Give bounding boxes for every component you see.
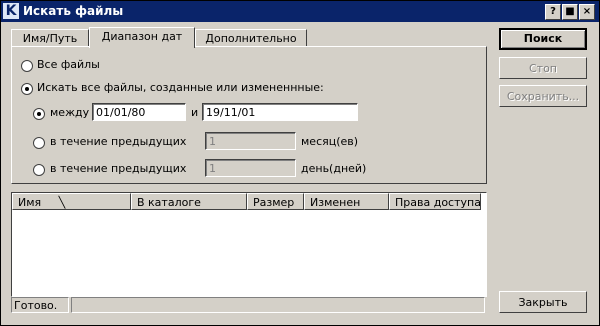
between-label[interactable]: между bbox=[50, 106, 89, 119]
status-text: Готово. bbox=[11, 297, 69, 313]
maximize-button[interactable]: ■ bbox=[562, 4, 578, 20]
column-header-folder[interactable]: В каталоге bbox=[131, 193, 247, 210]
prev-months-label[interactable]: в течение предыдущих bbox=[50, 135, 186, 148]
days-input[interactable]: 1 bbox=[205, 159, 296, 177]
column-header-name[interactable]: Имя ╲ bbox=[12, 193, 131, 210]
column-header-permissions[interactable]: Права доступа bbox=[389, 193, 481, 210]
all-files-radio[interactable] bbox=[21, 60, 33, 72]
status-extra bbox=[71, 297, 485, 313]
search-button[interactable]: Поиск bbox=[499, 28, 587, 50]
days-unit-label: день(дней) bbox=[301, 162, 367, 175]
and-label: и bbox=[191, 106, 199, 119]
results-list[interactable]: Имя ╲ В каталоге Размер Изменен Права до… bbox=[11, 192, 487, 297]
close-window-button[interactable]: × bbox=[579, 4, 595, 20]
column-header-size[interactable]: Размер bbox=[247, 193, 304, 210]
column-header-name-label: Имя bbox=[18, 196, 42, 209]
status-bar: Готово. bbox=[11, 297, 485, 313]
find-all-label[interactable]: Искать все файлы, созданные или измененн… bbox=[37, 81, 324, 94]
help-button[interactable]: ? bbox=[545, 4, 561, 20]
find-all-radio[interactable] bbox=[21, 83, 33, 95]
stop-button[interactable]: Стоп bbox=[499, 57, 587, 79]
window-title: Искать файлы bbox=[23, 4, 124, 18]
months-radio[interactable] bbox=[33, 137, 45, 149]
tab-date-range[interactable]: Диапазон дат bbox=[89, 27, 195, 48]
months-input[interactable]: 1 bbox=[205, 132, 296, 150]
sort-indicator-icon: ╲ bbox=[58, 196, 66, 209]
date-to-input[interactable]: 19/11/01 bbox=[202, 103, 358, 121]
close-button[interactable]: Закрыть bbox=[499, 291, 587, 313]
kde-logo-icon: K bbox=[3, 3, 19, 19]
title-bar: K Искать файлы ? ■ × bbox=[1, 1, 599, 22]
prev-days-label[interactable]: в течение предыдущих bbox=[50, 162, 186, 175]
column-header-modified[interactable]: Изменен bbox=[304, 193, 389, 210]
between-radio[interactable] bbox=[33, 108, 45, 120]
find-files-window: K Искать файлы ? ■ × Имя/Путь Диапазон д… bbox=[0, 0, 600, 326]
date-from-input[interactable]: 01/01/80 bbox=[92, 103, 186, 121]
days-radio[interactable] bbox=[33, 164, 45, 176]
all-files-label[interactable]: Все файлы bbox=[37, 58, 100, 71]
date-range-panel: Все файлы Искать все файлы, созданные ил… bbox=[11, 46, 487, 184]
save-button[interactable]: Сохранить... bbox=[499, 85, 587, 107]
months-unit-label: месяц(ев) bbox=[301, 135, 359, 148]
